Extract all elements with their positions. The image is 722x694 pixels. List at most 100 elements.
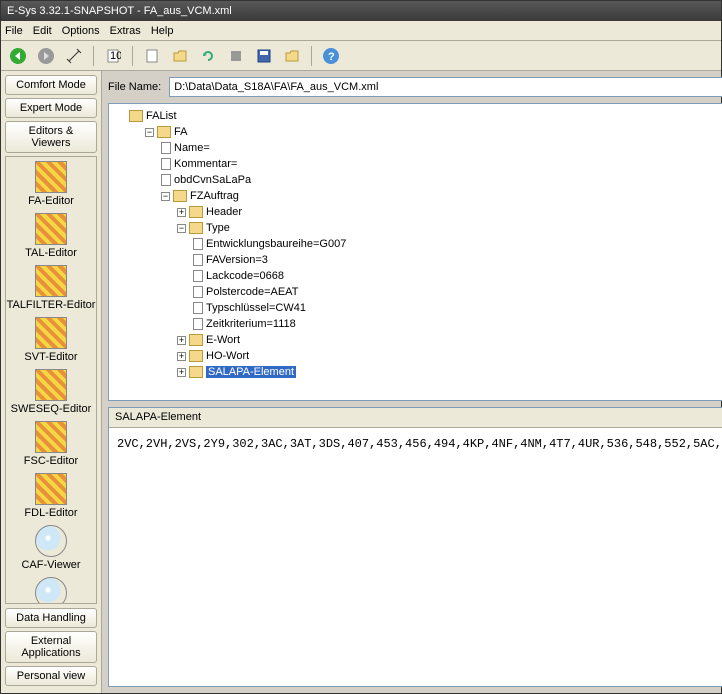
separator bbox=[311, 46, 312, 66]
tree-komm[interactable]: Kommentar= bbox=[174, 158, 237, 170]
folder-icon bbox=[189, 222, 203, 234]
help-button[interactable]: ? bbox=[320, 45, 342, 67]
editor-item[interactable]: TALFILTER-Editor bbox=[6, 265, 96, 311]
tree-root[interactable]: FAList bbox=[146, 110, 177, 122]
editor-label: CAF-Viewer bbox=[6, 559, 96, 571]
expand-icon[interactable]: + bbox=[177, 352, 186, 361]
save-button[interactable] bbox=[253, 45, 275, 67]
menu-edit[interactable]: Edit bbox=[33, 25, 52, 37]
new-button[interactable] bbox=[141, 45, 163, 67]
editors-list: FA-Editor TAL-Editor TALFILTER-Editor SVT-E… bbox=[5, 156, 97, 604]
expand-icon[interactable]: + bbox=[177, 336, 186, 345]
stop-button bbox=[225, 45, 247, 67]
tree-leaf[interactable]: Entwicklungsbaureihe=G007 bbox=[206, 238, 346, 250]
tree-fa[interactable]: FA bbox=[174, 126, 187, 138]
data-handling-button[interactable]: Data Handling bbox=[5, 608, 97, 628]
tree-header[interactable]: Header bbox=[206, 206, 242, 218]
tree-ewort[interactable]: E-Wort bbox=[206, 334, 240, 346]
separator bbox=[93, 46, 94, 66]
editor-icon bbox=[35, 577, 67, 604]
separator bbox=[132, 46, 133, 66]
file-name-label: File Name: bbox=[108, 81, 161, 93]
leaf-icon bbox=[193, 302, 203, 314]
editor-label: SWESEQ-Editor bbox=[6, 403, 96, 415]
tree-type[interactable]: Type bbox=[206, 222, 230, 234]
leaf-icon bbox=[193, 254, 203, 266]
menu-extras[interactable]: Extras bbox=[110, 25, 141, 37]
detail-pane: SALAPA-Element 🔇 2VC,2VH,2VS,2Y9,302,3AC… bbox=[108, 407, 722, 687]
editor-icon bbox=[35, 213, 67, 245]
expand-icon[interactable]: + bbox=[177, 208, 186, 217]
folder-icon bbox=[157, 126, 171, 138]
connect-button[interactable] bbox=[63, 45, 85, 67]
leaf-icon bbox=[161, 174, 171, 186]
svg-text:101: 101 bbox=[110, 50, 121, 62]
forward-button bbox=[35, 45, 57, 67]
menu-help[interactable]: Help bbox=[151, 25, 174, 37]
editor-item[interactable]: CAF-Viewer bbox=[6, 525, 96, 571]
menu-bar: File Edit Options Extras Help bbox=[1, 21, 721, 41]
tree-name[interactable]: Name= bbox=[174, 142, 210, 154]
editor-icon bbox=[35, 265, 67, 297]
editor-icon bbox=[35, 317, 67, 349]
editor-item[interactable]: Log-Viewer bbox=[6, 577, 96, 604]
editor-icon bbox=[35, 525, 67, 557]
back-button[interactable] bbox=[7, 45, 29, 67]
doc-button[interactable]: 101 bbox=[102, 45, 124, 67]
editor-icon bbox=[35, 369, 67, 401]
leaf-icon bbox=[161, 142, 171, 154]
folder-icon bbox=[173, 190, 187, 202]
tree-leaf[interactable]: FAVersion=3 bbox=[206, 254, 268, 266]
main-content: File Name: ... FAList −FA Name= Kommenta… bbox=[102, 71, 722, 693]
tree-leaf[interactable]: Zeitkriterium=1118 bbox=[206, 318, 296, 330]
external-apps-button[interactable]: External Applications bbox=[5, 631, 97, 663]
tree-howort[interactable]: HO-Wort bbox=[206, 350, 249, 362]
tree-leaf[interactable]: Typschlüssel=CW41 bbox=[206, 302, 306, 314]
editor-item[interactable]: FSC-Editor bbox=[6, 421, 96, 467]
tree-salapa-selected[interactable]: SALAPA-Element bbox=[206, 366, 296, 378]
editors-viewers-button[interactable]: Editors & Viewers bbox=[5, 121, 97, 153]
menu-options[interactable]: Options bbox=[62, 25, 100, 37]
window-title: E-Sys 3.32.1-SNAPSHOT - FA_aus_VCM.xml bbox=[7, 5, 232, 17]
menu-file[interactable]: File bbox=[5, 25, 23, 37]
expand-icon[interactable]: + bbox=[177, 368, 186, 377]
saveas-button[interactable] bbox=[281, 45, 303, 67]
editor-item[interactable]: FDL-Editor bbox=[6, 473, 96, 519]
fa-tree[interactable]: FAList − FA Name= Kommentar= obdCvnSaLaPa… bbox=[108, 103, 722, 401]
tree-leaf[interactable]: Polstercode=AEAT bbox=[206, 286, 298, 298]
editor-item[interactable]: TAL-Editor bbox=[6, 213, 96, 259]
leaf-icon bbox=[193, 318, 203, 330]
leaf-icon bbox=[161, 158, 171, 170]
file-name-input[interactable] bbox=[169, 77, 722, 97]
editor-item[interactable]: SVT-Editor bbox=[6, 317, 96, 363]
personal-view-button[interactable]: Personal view bbox=[5, 666, 97, 686]
detail-title: SALAPA-Element bbox=[115, 411, 201, 424]
tree-leaf[interactable]: Lackcode=0668 bbox=[206, 270, 284, 282]
detail-body: 2VC,2VH,2VS,2Y9,302,3AC,3AT,3DS,407,453,… bbox=[109, 428, 722, 460]
editor-item[interactable]: SWESEQ-Editor bbox=[6, 369, 96, 415]
folder-icon bbox=[189, 206, 203, 218]
comfort-mode-button[interactable]: Comfort Mode bbox=[5, 75, 97, 95]
toolbar: 101 ? bbox=[1, 41, 721, 71]
collapse-icon[interactable]: − bbox=[177, 224, 186, 233]
collapse-icon[interactable]: − bbox=[145, 128, 154, 137]
refresh-button[interactable] bbox=[197, 45, 219, 67]
leaf-icon bbox=[193, 270, 203, 282]
folder-icon bbox=[189, 334, 203, 346]
folder-icon bbox=[189, 350, 203, 362]
editor-icon bbox=[35, 161, 67, 193]
editor-label: TAL-Editor bbox=[6, 247, 96, 259]
collapse-icon[interactable]: − bbox=[161, 192, 170, 201]
tree-obd[interactable]: obdCvnSaLaPa bbox=[174, 174, 251, 186]
editor-item[interactable]: FA-Editor bbox=[6, 161, 96, 207]
editor-label: FDL-Editor bbox=[6, 507, 96, 519]
editor-label: SVT-Editor bbox=[6, 351, 96, 363]
sidebar: Comfort Mode Expert Mode Editors & Viewe… bbox=[1, 71, 102, 693]
editor-label: FA-Editor bbox=[6, 195, 96, 207]
editor-icon bbox=[35, 421, 67, 453]
expert-mode-button[interactable]: Expert Mode bbox=[5, 98, 97, 118]
tree-fz[interactable]: FZAuftrag bbox=[190, 190, 239, 202]
open-button[interactable] bbox=[169, 45, 191, 67]
editor-label: TALFILTER-Editor bbox=[6, 299, 96, 311]
leaf-icon bbox=[193, 286, 203, 298]
